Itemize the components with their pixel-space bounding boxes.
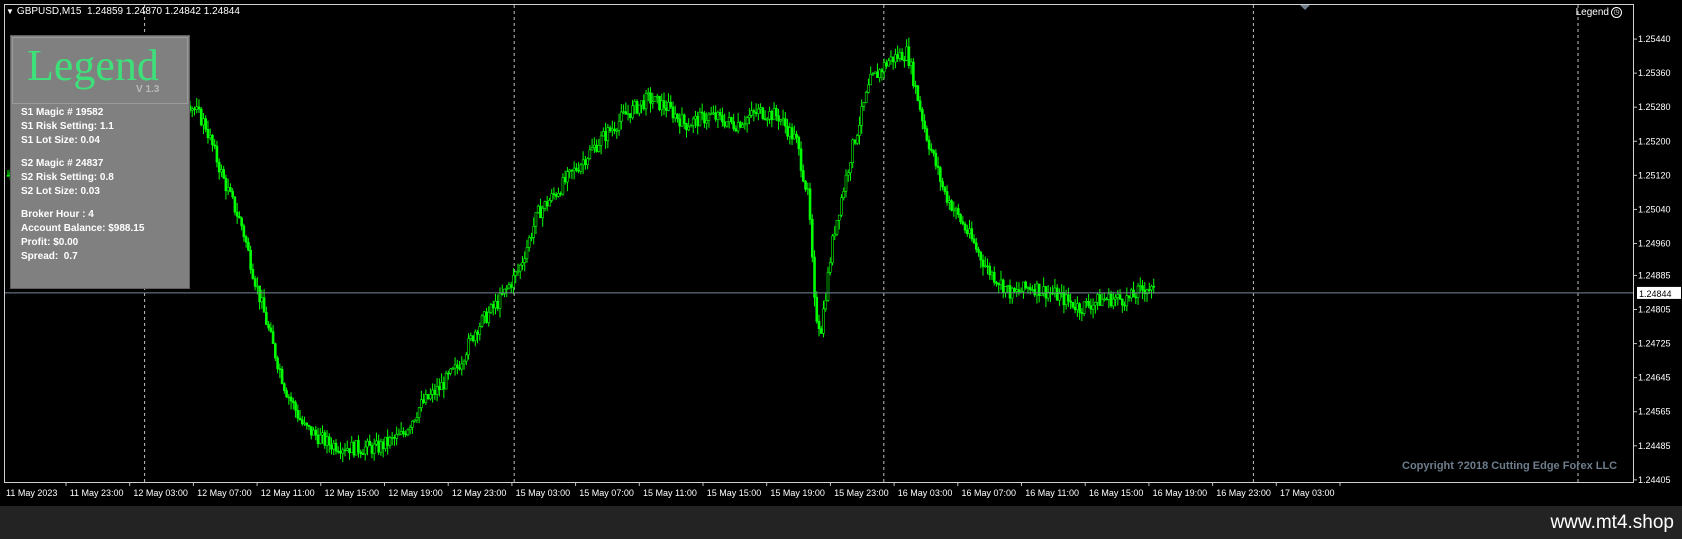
legend-toggle-label: Legend bbox=[1575, 7, 1609, 18]
legend-version: V 1.3 bbox=[136, 84, 160, 95]
s2-risk: S2 Risk Setting: 0.8 bbox=[21, 172, 114, 183]
account-balance: Account Balance: $988.15 bbox=[21, 223, 145, 234]
s1-risk: S1 Risk Setting: 1.1 bbox=[21, 121, 114, 132]
price-tick-label: 1.25440 bbox=[1638, 34, 1671, 44]
broker-hour: Broker Hour : 4 bbox=[21, 209, 94, 220]
price-tick-label: 1.24725 bbox=[1638, 339, 1671, 349]
time-tick-label: 12 May 03:00 bbox=[133, 488, 188, 498]
ohlc-values: 1.24859 1.24870 1.24842 1.24844 bbox=[86, 6, 240, 17]
price-tick-label: 1.24960 bbox=[1638, 239, 1671, 249]
legend-info-panel: Legend V 1.3 S1 Magic # 19582 S1 Risk Se… bbox=[10, 35, 190, 289]
clock-icon: ◷ bbox=[1611, 7, 1622, 18]
s1-magic: S1 Magic # 19582 bbox=[21, 107, 104, 118]
chart-header: ▼ GBPUSD,M15 1.24859 1.24870 1.24842 1.24… bbox=[6, 6, 240, 17]
price-tick-label: 1.25040 bbox=[1638, 204, 1671, 214]
time-tick-label: 12 May 23:00 bbox=[452, 488, 507, 498]
time-tick-label: 12 May 19:00 bbox=[388, 488, 443, 498]
time-tick-label: 15 May 07:00 bbox=[579, 488, 634, 498]
time-tick-label: 15 May 11:00 bbox=[643, 488, 697, 498]
s1-lot-size: S1 Lot Size: 0.04 bbox=[21, 135, 100, 146]
time-tick-label: 12 May 11:00 bbox=[261, 488, 315, 498]
time-tick-label: 12 May 15:00 bbox=[325, 488, 380, 498]
time-tick-label: 16 May 19:00 bbox=[1153, 488, 1208, 498]
time-tick-label: 16 May 03:00 bbox=[898, 488, 953, 498]
time-tick-label: 16 May 15:00 bbox=[1089, 488, 1144, 498]
price-axis: 1.25440 1.25360 1.25280 1.25200 1.25120 1.250… bbox=[1633, 34, 1671, 485]
copyright-text: Copyright ?2018 Cutting Edge Forex LLC bbox=[1402, 460, 1618, 472]
footer-bar: www.mt4.shop bbox=[0, 506, 1682, 539]
time-tick-label: 15 May 23:00 bbox=[834, 488, 889, 498]
legend-title-box: Legend V 1.3 bbox=[12, 37, 188, 104]
price-tick-label: 1.24485 bbox=[1638, 441, 1671, 451]
profit: Profit: $0.00 bbox=[21, 237, 79, 248]
time-tick-label: 15 May 19:00 bbox=[770, 488, 825, 498]
price-tick-label: 1.24565 bbox=[1638, 407, 1671, 417]
time-tick-label: 15 May 15:00 bbox=[707, 488, 762, 498]
time-tick-label: 15 May 03:00 bbox=[516, 488, 571, 498]
footer-url[interactable]: www.mt4.shop bbox=[1550, 512, 1674, 534]
time-tick-label: 16 May 11:00 bbox=[1025, 488, 1079, 498]
s2-lot-size: S2 Lot Size: 0.03 bbox=[21, 186, 100, 197]
price-tick-label: 1.24405 bbox=[1638, 475, 1671, 485]
time-tick-label: 12 May 07:00 bbox=[197, 488, 252, 498]
time-tick-label: 17 May 03:00 bbox=[1280, 488, 1335, 498]
price-tick-label: 1.24805 bbox=[1638, 305, 1671, 315]
price-tick-label: 1.24885 bbox=[1638, 270, 1671, 280]
current-price-label: 1.24844 bbox=[1639, 289, 1672, 299]
s2-magic: S2 Magic # 24837 bbox=[21, 158, 104, 169]
time-tick-label: 16 May 07:00 bbox=[962, 488, 1017, 498]
time-tick-label: 11 May 23:00 bbox=[70, 488, 124, 498]
price-tick-label: 1.24645 bbox=[1638, 373, 1671, 383]
dropdown-arrow-icon[interactable]: ▼ bbox=[6, 7, 14, 16]
price-tick-label: 1.25360 bbox=[1638, 68, 1671, 78]
spread: Spread: 0.7 bbox=[21, 251, 78, 262]
price-tick-label: 1.25120 bbox=[1638, 170, 1671, 180]
price-tick-label: 1.25280 bbox=[1638, 102, 1671, 112]
chart-plot-border bbox=[4, 4, 1634, 483]
legend-toggle-button[interactable]: Legend ◷ bbox=[1576, 7, 1622, 18]
time-tick-label: 11 May 2023 bbox=[6, 488, 57, 498]
price-tick-label: 1.25200 bbox=[1638, 136, 1671, 146]
symbol-label: GBPUSD,M15 bbox=[16, 6, 82, 17]
time-tick-label: 16 May 23:00 bbox=[1216, 488, 1271, 498]
